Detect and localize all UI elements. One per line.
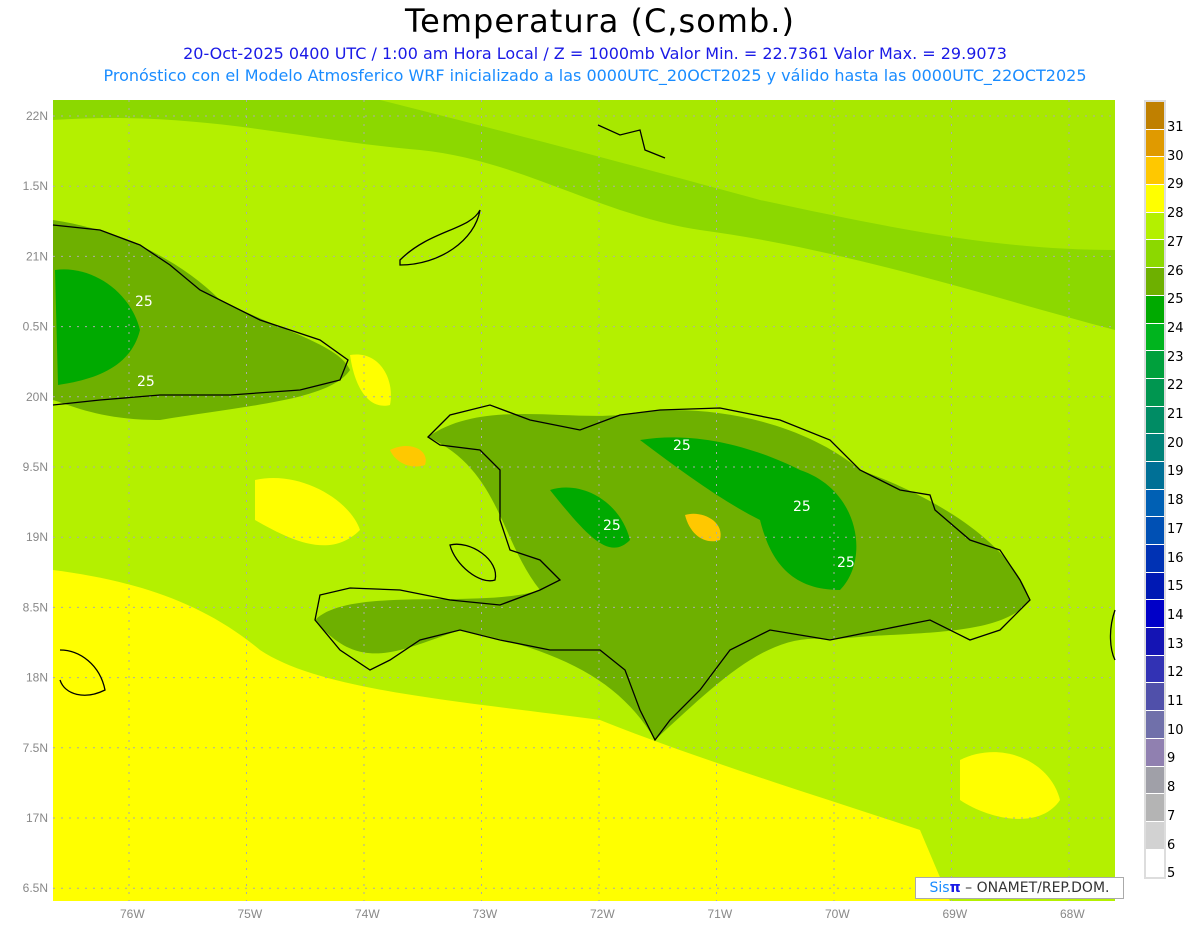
lat-label: 19N <box>26 530 48 544</box>
lat-label: 22N <box>26 109 48 123</box>
lat-label: 7.5N <box>23 741 48 755</box>
lat-label: 8.5N <box>23 600 48 614</box>
colorbar-label: 17 <box>1167 521 1184 537</box>
colorbar-segment <box>1146 711 1164 739</box>
contour-label: 25 <box>793 499 811 515</box>
lon-label: 69W <box>943 907 968 921</box>
colorbar-segment <box>1146 655 1164 684</box>
lon-label: 73W <box>473 907 498 921</box>
colorbar-segment <box>1146 434 1164 462</box>
colorbar-label: 6 <box>1167 837 1176 853</box>
contour-label: 25 <box>603 518 621 534</box>
colorbar-segment <box>1146 240 1164 269</box>
colorbar-segment <box>1146 628 1164 656</box>
temperature-map: 76W 75W 74W 73W 72W 71W 70W 69W 68W 22N 1.5N 21N 0.5… <box>23 100 1116 921</box>
colorbar-label: 15 <box>1167 579 1184 595</box>
lon-label: 68W <box>1060 907 1085 921</box>
subtitle-date-values: 20-Oct-2025 0400 UTC / 1:00 am Hora Loca… <box>183 44 1007 63</box>
colorbar-label: 5 <box>1167 866 1176 882</box>
colorbar-segment <box>1146 406 1164 435</box>
colorbar-label: 11 <box>1167 694 1184 709</box>
colorbar-segment <box>1146 129 1164 158</box>
colorbar-label: 9 <box>1167 751 1176 767</box>
lon-label: 75W <box>238 907 263 921</box>
colorbar-segment <box>1146 794 1164 822</box>
colorbar-label: 22 <box>1167 378 1184 394</box>
colorbar-label: 12 <box>1167 665 1184 681</box>
lat-label: 9.5N <box>23 460 48 474</box>
colorbar-segment <box>1146 461 1164 490</box>
subtitle-model-info: Pronóstico con el Modelo Atmosferico WRF… <box>103 66 1087 85</box>
lon-label: 74W <box>355 907 380 921</box>
colorbar-label: 30 <box>1167 148 1184 164</box>
lat-label: 21N <box>26 249 48 263</box>
colorbar-label: 23 <box>1167 349 1184 365</box>
colorbar-segment <box>1146 185 1164 213</box>
logo-pi: π <box>949 880 961 896</box>
colorbar-segment <box>1146 545 1164 573</box>
colorbar-segment <box>1146 157 1164 186</box>
contour-label: 25 <box>673 438 691 454</box>
colorbar-segment <box>1146 849 1164 878</box>
contour-label: 25 <box>135 294 153 310</box>
lat-label: 6.5N <box>23 881 48 895</box>
colorbar-segment <box>1146 738 1164 767</box>
colorbar-segment <box>1146 572 1164 601</box>
colorbar <box>1144 100 1166 880</box>
lon-label: 70W <box>825 907 850 921</box>
colorbar-label: 19 <box>1167 464 1184 480</box>
colorbar-label: 28 <box>1167 206 1184 222</box>
colorbar-label: 13 <box>1167 636 1184 652</box>
colorbar-label: 24 <box>1167 320 1184 336</box>
logo-sis: Sis <box>929 880 950 896</box>
colorbar-label: 26 <box>1167 263 1184 279</box>
colorbar-label: 18 <box>1167 493 1184 509</box>
colorbar-label: 27 <box>1167 234 1184 250</box>
lat-label: 1.5N <box>23 179 48 193</box>
colorbar-label: 8 <box>1167 780 1176 796</box>
colorbar-segment <box>1146 489 1164 518</box>
lat-label: 20N <box>26 390 48 404</box>
colorbar-segment <box>1146 821 1164 850</box>
logo-credit: Sisπ – ONAMET/REP.DOM. <box>915 877 1124 899</box>
colorbar-segment <box>1146 102 1164 130</box>
colorbar-label: 25 <box>1167 292 1184 308</box>
lat-label: 17N <box>26 811 48 825</box>
colorbar-segment <box>1146 212 1164 241</box>
contour-label: 25 <box>837 555 855 571</box>
colorbar-segment <box>1146 766 1164 795</box>
colorbar-label: 31 <box>1167 120 1184 135</box>
colorbar-label: 10 <box>1167 722 1184 738</box>
colorbar-segment <box>1146 517 1164 545</box>
colorbar-label: 7 <box>1167 808 1176 824</box>
lon-label: 76W <box>120 907 145 921</box>
colorbar-label: 29 <box>1167 177 1184 193</box>
lon-label: 72W <box>590 907 615 921</box>
colorbar-segment <box>1146 600 1164 629</box>
lat-label: 0.5N <box>23 320 48 334</box>
colorbar-label: 16 <box>1167 550 1184 566</box>
logo-text: – ONAMET/REP.DOM. <box>965 880 1110 896</box>
colorbar-label: 21 <box>1167 407 1184 422</box>
colorbar-segment <box>1146 683 1164 712</box>
colorbar-label: 20 <box>1167 435 1184 451</box>
map-title: Temperatura (C,somb.) <box>405 2 795 40</box>
colorbar-label: 14 <box>1167 607 1184 623</box>
colorbar-segment <box>1146 268 1164 296</box>
lat-label: 18N <box>26 671 48 685</box>
lon-label: 71W <box>708 907 733 921</box>
colorbar-segment <box>1146 351 1164 379</box>
colorbar-segment <box>1146 295 1164 324</box>
colorbar-segment <box>1146 378 1164 407</box>
contour-label: 25 <box>137 374 155 390</box>
colorbar-segment <box>1146 323 1164 352</box>
